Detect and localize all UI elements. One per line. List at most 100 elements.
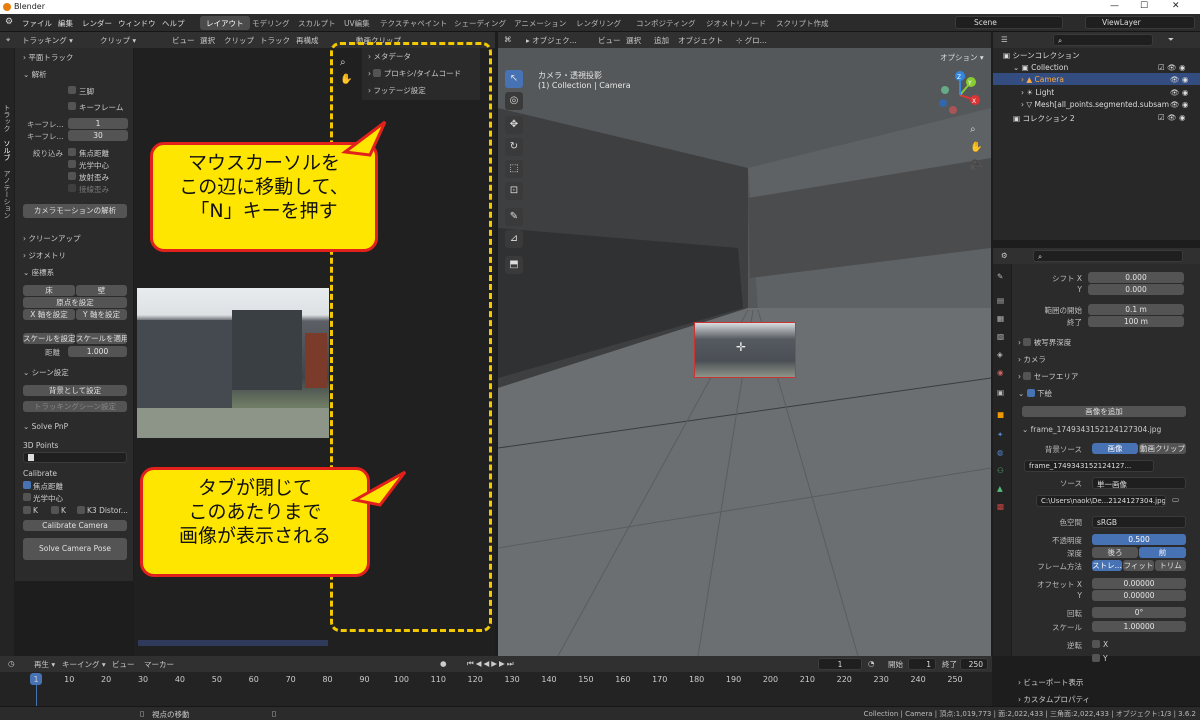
- add-image-button[interactable]: 画像を追加: [1022, 406, 1186, 417]
- workspace-tab-animation[interactable]: アニメーション: [508, 16, 572, 30]
- frame-start-field[interactable]: 1: [908, 658, 936, 670]
- render-tab-icon[interactable]: ▤: [997, 296, 1004, 305]
- properties-editor-icon[interactable]: ⚙: [1001, 251, 1008, 260]
- set-background-button[interactable]: 背景として設定: [23, 385, 127, 396]
- maximize-button[interactable]: ☐: [1140, 1, 1148, 11]
- workspace-tab-sculpt[interactable]: スカルプト: [292, 16, 342, 30]
- physics-tab-icon[interactable]: ◍: [997, 448, 1004, 457]
- workspace-tab-texture-paint[interactable]: テクスチャペイント: [374, 16, 453, 30]
- source-dropdown[interactable]: 単一画像: [1092, 477, 1186, 489]
- workspace-tab-uv[interactable]: UV編集: [338, 16, 376, 30]
- opacity-slider[interactable]: 0.500: [1092, 534, 1186, 545]
- menu-help[interactable]: ヘルプ: [162, 18, 185, 29]
- offset-x-field[interactable]: 0.00000: [1092, 578, 1186, 589]
- outliner-editor-icon[interactable]: ☰: [1001, 35, 1008, 44]
- section-custom-props[interactable]: › カスタムプロパティ: [1018, 694, 1090, 705]
- set-scale-button[interactable]: スケールを設定: [23, 333, 75, 344]
- rotation-field[interactable]: 0°: [1092, 607, 1186, 618]
- properties-search-input[interactable]: ⌕: [1033, 250, 1183, 262]
- viewport-menu-object[interactable]: オブジェクト: [678, 35, 723, 46]
- section-plane-track[interactable]: › 平面トラック: [23, 52, 73, 63]
- menu-file[interactable]: ファイル: [22, 18, 52, 29]
- transform-orientation-dropdown[interactable]: ⊹ グロ...: [736, 35, 767, 46]
- section-solve[interactable]: ⌄ 解析: [23, 69, 47, 80]
- outliner-scene-collection[interactable]: ▣ シーンコレクション: [1003, 50, 1080, 61]
- workspace-tab-geometry-nodes[interactable]: ジオメトリノード: [700, 16, 772, 30]
- scale-tool-icon[interactable]: ⬚: [505, 160, 523, 178]
- keying-menu[interactable]: キーイング ▾: [62, 659, 106, 670]
- viewport-editor-type-icon[interactable]: ⌘: [504, 35, 512, 44]
- calibrate-optical-checkbox[interactable]: [23, 493, 31, 501]
- camera-data-tab-icon[interactable]: ▲: [997, 484, 1003, 493]
- tool-tab-icon[interactable]: ✎: [997, 272, 1003, 281]
- section-solve-pnp[interactable]: ⌄ Solve PnP: [23, 422, 68, 431]
- tab-track[interactable]: トラック: [1, 104, 12, 132]
- solve-camera-pose-button[interactable]: Solve Camera Pose: [23, 538, 127, 560]
- set-x-axis-button[interactable]: X 軸を設定: [23, 309, 75, 320]
- view-layer-selector[interactable]: ViewLayer: [1085, 16, 1195, 29]
- clip-menu-select[interactable]: 選択: [200, 35, 215, 46]
- collection-2-visibility-icons[interactable]: ☑ 👁 ◉: [1158, 113, 1186, 122]
- section-cleanup[interactable]: › クリーンアップ: [23, 233, 81, 244]
- keyframe-a-field[interactable]: 1: [68, 118, 128, 129]
- shift-x-field[interactable]: 0.000: [1088, 272, 1184, 283]
- frame-stretch-button[interactable]: ストレ...: [1092, 560, 1122, 571]
- frame-end-field[interactable]: 250: [960, 658, 988, 670]
- scale-field[interactable]: 1.00000: [1092, 621, 1186, 632]
- playback-menu[interactable]: 再生 ▾: [34, 659, 55, 670]
- collection-visibility-icons[interactable]: ☑ 👁 ◉: [1158, 63, 1186, 72]
- background-images-checkbox[interactable]: [1026, 389, 1035, 397]
- keyframe-b-field[interactable]: 30: [68, 130, 128, 141]
- workspace-tab-shading[interactable]: シェーディング: [448, 16, 512, 30]
- viewport-options-dropdown[interactable]: オプション ▾: [940, 52, 984, 63]
- camera-visibility-icons[interactable]: 👁 ◉: [1170, 75, 1188, 84]
- scene-tab-icon[interactable]: ◈: [997, 350, 1003, 359]
- colorspace-dropdown[interactable]: sRGB: [1092, 516, 1186, 528]
- solve-camera-motion-button[interactable]: カメラモーションの解析: [23, 204, 127, 218]
- clip-menu-view[interactable]: ビュー: [172, 35, 195, 46]
- viewport-menu-select[interactable]: 選択: [626, 35, 641, 46]
- menu-edit[interactable]: 編集: [58, 18, 73, 29]
- clip-end-field[interactable]: 100 m: [1088, 316, 1184, 327]
- object-tab-icon[interactable]: ■: [997, 410, 1004, 419]
- stopwatch-icon[interactable]: ◔: [868, 659, 875, 668]
- workspace-tab-scripting[interactable]: スクリプト作成: [770, 16, 835, 30]
- section-scene-setup[interactable]: ⌄ シーン設定: [23, 367, 69, 378]
- bg-source-clip-button[interactable]: 動画クリップ: [1139, 443, 1186, 454]
- section-camera[interactable]: › カメラ: [1018, 354, 1046, 365]
- close-window-button[interactable]: ✕: [1172, 1, 1180, 11]
- bg-source-image-button[interactable]: 画像: [1092, 443, 1138, 454]
- clip-menu-reconstruct[interactable]: 再構成: [296, 35, 319, 46]
- offset-y-field[interactable]: 0.00000: [1092, 590, 1186, 601]
- calibrate-focal-checkbox[interactable]: [23, 481, 31, 489]
- workspace-tab-layout[interactable]: レイアウト: [200, 16, 250, 30]
- tracking-scene-setup-button[interactable]: トラッキングシーン設定: [23, 401, 127, 412]
- calibrate-camera-button[interactable]: Calibrate Camera: [23, 520, 127, 531]
- outliner-filter-icon[interactable]: ⏷: [1168, 35, 1174, 45]
- section-geometry[interactable]: › ジオメトリ: [23, 250, 66, 261]
- distance-field[interactable]: 1.000: [68, 346, 127, 357]
- dof-checkbox[interactable]: [1023, 338, 1032, 346]
- image-datablock-field[interactable]: frame_1749343152124127...: [1024, 460, 1154, 472]
- transform-tool-icon[interactable]: ⊡: [505, 182, 523, 200]
- flip-y-checkbox[interactable]: [1092, 654, 1100, 662]
- refine-radial-checkbox[interactable]: [68, 172, 76, 180]
- mesh-visibility-icons[interactable]: 👁 ◉: [1170, 100, 1188, 109]
- clip-view-dropdown[interactable]: クリップ ▾: [100, 35, 136, 46]
- set-y-axis-button[interactable]: Y 軸を設定: [76, 309, 127, 320]
- section-orientation[interactable]: ⌄ 座標系: [23, 267, 54, 278]
- depth-front-button[interactable]: 前: [1139, 547, 1186, 558]
- workspace-tab-modeling[interactable]: モデリング: [246, 16, 296, 30]
- playback-controls[interactable]: ⏮◀◀▶▶⏭: [467, 659, 516, 669]
- bg-image-entry[interactable]: ⌄ frame_1749343152124127304.jpg: [1022, 425, 1161, 434]
- set-origin-button[interactable]: 原点を設定: [23, 297, 127, 308]
- blender-menu-icon[interactable]: ⚙: [5, 17, 13, 27]
- texture-tab-icon[interactable]: ▩: [997, 502, 1004, 511]
- points-3d-field[interactable]: [23, 452, 127, 463]
- keyframe-checkbox[interactable]: [68, 102, 76, 110]
- minimize-button[interactable]: —: [1110, 1, 1119, 11]
- collection-tab-icon[interactable]: ▣: [997, 388, 1004, 397]
- clip-timeline-strip[interactable]: [138, 640, 328, 646]
- folder-icon[interactable]: ▭: [1172, 495, 1179, 504]
- set-floor-button[interactable]: 床: [23, 285, 75, 296]
